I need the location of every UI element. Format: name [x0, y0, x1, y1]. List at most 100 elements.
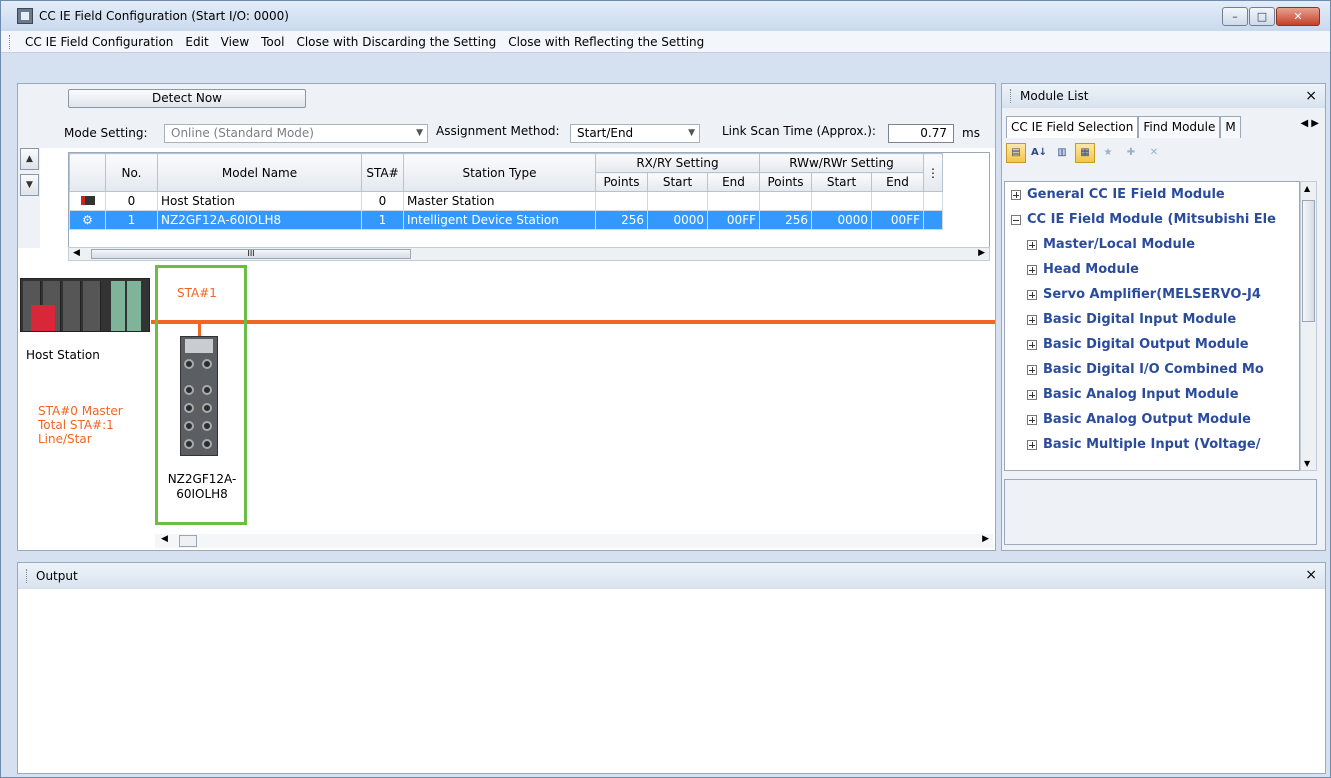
- minimize-button[interactable]: –: [1222, 7, 1248, 26]
- expand-icon[interactable]: [1027, 389, 1037, 400]
- scroll-thumb[interactable]: [179, 535, 197, 547]
- cell-rw-end: 00FF: [871, 210, 924, 230]
- restore-button[interactable]: □: [1249, 7, 1275, 26]
- tree-item[interactable]: Basic Multiple Input (Voltage/: [1005, 432, 1299, 457]
- window-title: CC IE Field Configuration (Start I/O: 00…: [39, 9, 289, 23]
- move-down-button[interactable]: ▼: [20, 174, 39, 196]
- tree-item[interactable]: General CC IE Field Module: [1005, 182, 1299, 207]
- menu-edit[interactable]: Edit: [179, 35, 214, 49]
- assignment-method-value: Start/End: [577, 126, 634, 140]
- cell-no: 1: [105, 210, 158, 230]
- menu-view[interactable]: View: [215, 35, 255, 49]
- module-tree-scrollbar[interactable]: ▲ ▼: [1300, 181, 1317, 471]
- favorite-star-icon[interactable]: ★: [1098, 143, 1118, 163]
- io-link-module-icon[interactable]: [180, 336, 218, 456]
- cell-overflow: [923, 210, 943, 230]
- scroll-thumb[interactable]: III: [91, 249, 411, 259]
- col-model-name[interactable]: Model Name: [157, 153, 362, 192]
- host-station-plc-icon[interactable]: [20, 278, 150, 332]
- scroll-left-icon[interactable]: ◀: [73, 248, 80, 258]
- expand-all-icon[interactable]: ▦: [1075, 143, 1095, 163]
- device-port: [202, 421, 212, 431]
- plc-network-module: [127, 281, 141, 331]
- pane-grip[interactable]: [1010, 89, 1014, 103]
- col-rw-start[interactable]: Start: [811, 172, 872, 192]
- tree-item[interactable]: Basic Digital Input Module: [1005, 307, 1299, 332]
- collapse-icon[interactable]: [1011, 214, 1021, 225]
- tree-item[interactable]: Basic Analog Output Module: [1005, 407, 1299, 432]
- add-favorite-icon[interactable]: ✚: [1121, 143, 1141, 163]
- scroll-up-icon[interactable]: ▲: [1304, 184, 1310, 193]
- col-rx-end[interactable]: End: [707, 172, 760, 192]
- expand-icon[interactable]: [1027, 239, 1037, 250]
- device-port: [202, 439, 212, 449]
- config-toolbar: Detect Now Mode Setting: Online (Standar…: [18, 84, 995, 148]
- main-window: CC IE Field Configuration (Start I/O: 00…: [0, 0, 1331, 778]
- delete-icon[interactable]: ✕: [1144, 143, 1164, 163]
- tree-item[interactable]: Basic Analog Input Module: [1005, 382, 1299, 407]
- expand-icon[interactable]: [1027, 314, 1037, 325]
- detect-now-button[interactable]: Detect Now: [68, 89, 306, 108]
- network-line: [151, 320, 995, 324]
- col-no[interactable]: No.: [105, 153, 158, 192]
- tree-item[interactable]: Basic Digital Output Module: [1005, 332, 1299, 357]
- move-up-button[interactable]: ▲: [20, 148, 39, 170]
- scroll-thumb[interactable]: [1302, 200, 1315, 322]
- expand-icon[interactable]: [1027, 364, 1037, 375]
- expand-icon[interactable]: [1027, 414, 1037, 425]
- link-scan-value: 0.77: [888, 124, 954, 143]
- expand-icon[interactable]: [1027, 289, 1037, 300]
- cell-model: NZ2GF12A-60IOLH8: [157, 210, 362, 230]
- col-rxry-setting[interactable]: RX/RY Setting: [595, 153, 760, 173]
- tab-find-module[interactable]: Find Module: [1138, 116, 1221, 138]
- pane-grip[interactable]: [26, 569, 30, 583]
- close-icon[interactable]: ×: [1305, 88, 1317, 104]
- table-horizontal-scrollbar[interactable]: ◀ III ▶: [68, 247, 990, 261]
- app-icon: [17, 8, 33, 24]
- tree-item[interactable]: Basic Digital I/O Combined Mo: [1005, 357, 1299, 382]
- expand-icon[interactable]: [1027, 439, 1037, 450]
- col-rw-points[interactable]: Points: [759, 172, 812, 192]
- tree-item[interactable]: Master/Local Module: [1005, 232, 1299, 257]
- close-button[interactable]: ✕: [1276, 7, 1320, 26]
- menu-close-reflect[interactable]: Close with Reflecting the Setting: [502, 35, 710, 49]
- menu-tool[interactable]: Tool: [255, 35, 290, 49]
- close-icon[interactable]: ×: [1305, 567, 1317, 583]
- menu-cc-ie-field-configuration[interactable]: CC IE Field Configuration: [19, 35, 179, 49]
- cell-sta: 1: [361, 210, 404, 230]
- scroll-right-icon[interactable]: ▶: [982, 534, 989, 544]
- sort-az-icon[interactable]: A↓: [1029, 143, 1049, 163]
- scroll-right-icon[interactable]: ▶: [978, 248, 985, 258]
- expand-icon[interactable]: [1027, 339, 1037, 350]
- col-rx-start[interactable]: Start: [647, 172, 708, 192]
- mode-setting-select[interactable]: Online (Standard Mode) ▼: [164, 124, 428, 143]
- tab-cc-ie-field-selection[interactable]: CC IE Field Selection: [1006, 116, 1139, 138]
- host-info-total: Total STA#:1: [38, 418, 114, 432]
- tab-scroll-arrows[interactable]: ◀ ▶: [1300, 118, 1319, 129]
- col-rwwrwr-setting[interactable]: RWw/RWr Setting: [759, 153, 924, 173]
- expand-icon[interactable]: [1011, 189, 1021, 200]
- tab-more[interactable]: M: [1220, 116, 1241, 138]
- assignment-method-select[interactable]: Start/End ▼: [570, 124, 700, 143]
- expand-icon[interactable]: [1027, 264, 1037, 275]
- cell-rx-points: 256: [595, 210, 648, 230]
- table-row[interactable]: 0 Host Station 0 Master Station: [69, 191, 943, 211]
- menu-grip[interactable]: [9, 34, 13, 49]
- scroll-left-icon[interactable]: ◀: [161, 534, 168, 544]
- filter-icon[interactable]: ▥: [1052, 143, 1072, 163]
- col-sta[interactable]: STA#: [361, 153, 404, 192]
- tree-item[interactable]: Servo Amplifier(MELSERVO-J4: [1005, 282, 1299, 307]
- sort-by-category-icon[interactable]: ▤: [1006, 143, 1026, 163]
- tree-item[interactable]: CC IE Field Module (Mitsubishi Ele: [1005, 207, 1299, 232]
- scroll-down-icon[interactable]: ▼: [1304, 459, 1310, 468]
- cell-model: Host Station: [157, 191, 362, 211]
- table-row[interactable]: ⚙ 1 NZ2GF12A-60IOLH8 1 Intelligent Devic…: [69, 210, 943, 230]
- cell-rx-points: [595, 191, 648, 211]
- menu-close-discard[interactable]: Close with Discarding the Setting: [290, 35, 502, 49]
- col-station-type[interactable]: Station Type: [403, 153, 596, 192]
- col-rw-end[interactable]: End: [871, 172, 924, 192]
- diagram-horizontal-scrollbar[interactable]: ◀ ▶: [155, 534, 993, 548]
- mode-setting-label: Mode Setting:: [64, 126, 148, 140]
- col-rx-points[interactable]: Points: [595, 172, 648, 192]
- tree-item[interactable]: Head Module: [1005, 257, 1299, 282]
